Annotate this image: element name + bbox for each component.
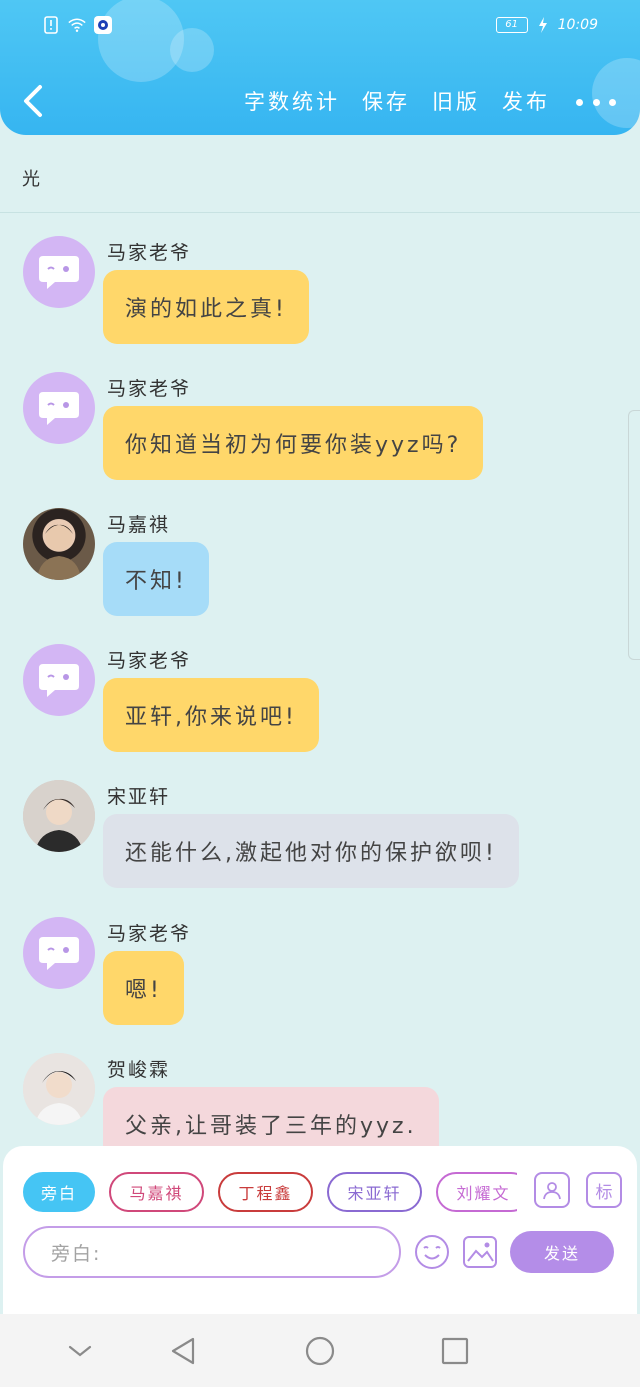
nav-collapse-button[interactable] [65, 1336, 95, 1366]
emoji-button[interactable] [414, 1234, 450, 1270]
narrator-avatar [23, 372, 95, 444]
sender-name: 宋亚轩 [107, 786, 171, 808]
chevron-down-icon [68, 1345, 92, 1357]
message-input-placeholder: 旁白: [51, 1242, 102, 1265]
chat-bubble-icon [39, 392, 79, 425]
app-header: 61 10:09 字数统计 保存 旧版 发布 [0, 0, 640, 135]
character-chip[interactable]: 宋亚轩 [327, 1172, 422, 1212]
user-avatar [23, 508, 95, 580]
character-chip[interactable]: 刘耀文 [436, 1172, 517, 1212]
wifi-icon [68, 16, 86, 34]
narrator-avatar [23, 917, 95, 989]
story-title: 光 [22, 169, 40, 190]
nav-back-button[interactable] [168, 1336, 198, 1366]
message-bubble[interactable]: 还能什么,激起他对你的保护欲呗! [103, 814, 519, 888]
character-chip[interactable]: 丁程鑫 [218, 1172, 313, 1212]
person-photo-icon [23, 1053, 95, 1125]
image-icon [463, 1236, 497, 1268]
sender-name: 马家老爷 [107, 650, 192, 672]
system-nav-bar [0, 1314, 640, 1387]
publish-button[interactable]: 发布 [502, 86, 550, 116]
sim-alert-icon [42, 16, 60, 34]
chat-bubble-icon [39, 256, 79, 289]
message-input[interactable]: 旁白: [23, 1226, 401, 1278]
message-bubble[interactable]: 不知! [103, 542, 209, 616]
save-button[interactable]: 保存 [362, 86, 410, 116]
smiley-icon [415, 1235, 449, 1269]
narrator-avatar [23, 236, 95, 308]
sender-name: 马家老爷 [107, 242, 192, 264]
chat-bubble-icon [39, 937, 79, 970]
person-photo-icon [23, 780, 95, 852]
battery-indicator: 61 [495, 17, 528, 33]
scrollbar[interactable] [628, 410, 640, 660]
image-button[interactable] [462, 1234, 498, 1270]
circle-home-icon [305, 1336, 335, 1366]
sender-name: 马嘉祺 [107, 514, 171, 536]
chat-bubble-icon [39, 664, 79, 697]
tag-label: 标 [595, 1182, 613, 1203]
composer-panel: 旁白 马嘉祺 丁程鑫 宋亚轩 刘耀文 标 旁白: 发送 [3, 1146, 637, 1314]
narrator-avatar [23, 644, 95, 716]
nav-home-button[interactable] [305, 1336, 335, 1366]
old-version-button[interactable]: 旧版 [432, 86, 480, 116]
square-recents-icon [441, 1337, 469, 1365]
character-chip[interactable]: 马嘉祺 [109, 1172, 204, 1212]
user-card-icon [543, 1182, 561, 1200]
charging-icon [534, 16, 552, 34]
top-nav: 字数统计 保存 旧版 发布 [0, 82, 640, 124]
nav-recents-button[interactable] [440, 1336, 470, 1366]
message-bubble[interactable]: 演的如此之真! [103, 270, 309, 344]
app-notification-icon [94, 16, 112, 34]
word-count-button[interactable]: 字数统计 [244, 86, 340, 116]
status-bar: 61 10:09 [0, 14, 640, 40]
character-chip-narrator[interactable]: 旁白 [23, 1172, 95, 1212]
tag-button[interactable]: 标 [586, 1172, 622, 1208]
sender-name: 贺峻霖 [107, 1059, 171, 1081]
character-manage-button[interactable] [534, 1172, 570, 1208]
back-button[interactable] [20, 82, 50, 122]
chevron-left-icon [24, 85, 42, 117]
user-avatar [23, 1053, 95, 1125]
clock: 10:09 [557, 17, 598, 33]
story-title-bar[interactable]: 光 [0, 135, 640, 213]
message-bubble[interactable]: 亚轩,你来说吧! [103, 678, 319, 752]
triangle-back-icon [171, 1337, 195, 1365]
character-chip-list[interactable]: 旁白 马嘉祺 丁程鑫 宋亚轩 刘耀文 [23, 1172, 517, 1214]
sender-name: 马家老爷 [107, 378, 192, 400]
user-avatar [23, 780, 95, 852]
person-photo-icon [37, 524, 81, 580]
send-button[interactable]: 发送 [510, 1231, 614, 1273]
message-bubble[interactable]: 嗯! [103, 951, 184, 1025]
message-bubble[interactable]: 你知道当初为何要你装yyz吗? [103, 406, 484, 480]
more-menu-button[interactable] [576, 88, 616, 116]
sender-name: 马家老爷 [107, 923, 192, 945]
